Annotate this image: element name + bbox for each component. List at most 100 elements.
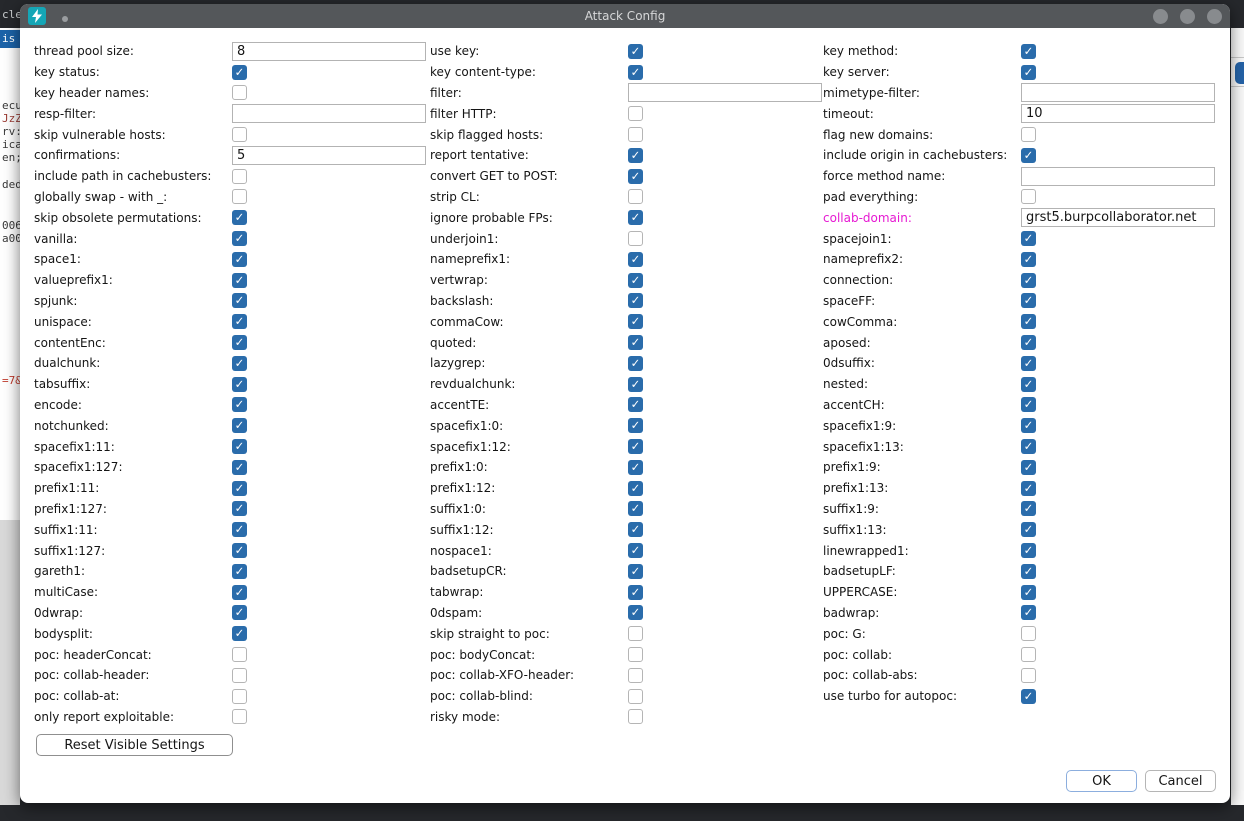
- checkbox-poc-collab-at[interactable]: [232, 689, 247, 704]
- checkbox-lazygrep[interactable]: [628, 356, 643, 371]
- checkbox-globally-swap-with[interactable]: [232, 189, 247, 204]
- checkbox-space1[interactable]: [232, 252, 247, 267]
- close-button[interactable]: [1207, 9, 1222, 24]
- checkbox-aposed[interactable]: [1021, 335, 1036, 350]
- minimize-button[interactable]: [1153, 9, 1168, 24]
- checkbox-accentch[interactable]: [1021, 397, 1036, 412]
- checkbox-convert-get-to-post[interactable]: [628, 169, 643, 184]
- checkbox-suffix1-9[interactable]: [1021, 501, 1036, 516]
- checkbox-key-status[interactable]: [232, 65, 247, 80]
- checkbox-key-content-type[interactable]: [628, 65, 643, 80]
- text-input-confirmations[interactable]: [232, 146, 426, 165]
- checkbox-poc-collab-xfo-header[interactable]: [628, 668, 643, 683]
- checkbox-spacefix1-11[interactable]: [232, 439, 247, 454]
- checkbox-badsetuplf[interactable]: [1021, 564, 1036, 579]
- checkbox-poc-g[interactable]: [1021, 626, 1036, 641]
- checkbox-strip-cl[interactable]: [628, 189, 643, 204]
- checkbox-spjunk[interactable]: [232, 293, 247, 308]
- text-input-collab-domain[interactable]: [1021, 208, 1215, 227]
- checkbox-spacefix1-13[interactable]: [1021, 439, 1036, 454]
- checkbox-spacefix1-0[interactable]: [628, 418, 643, 433]
- cancel-button[interactable]: Cancel: [1145, 770, 1216, 792]
- checkbox-skip-flagged-hosts[interactable]: [628, 127, 643, 142]
- checkbox-spacefix1-12[interactable]: [628, 439, 643, 454]
- checkbox-only-report-exploitable[interactable]: [232, 709, 247, 724]
- checkbox-0dsuffix[interactable]: [1021, 356, 1036, 371]
- checkbox-cowcomma[interactable]: [1021, 314, 1036, 329]
- checkbox-nameprefix1[interactable]: [628, 252, 643, 267]
- checkbox-multicase[interactable]: [232, 585, 247, 600]
- checkbox-0dspam[interactable]: [628, 605, 643, 620]
- checkbox-accentte[interactable]: [628, 397, 643, 412]
- checkbox-flag-new-domains[interactable]: [1021, 127, 1036, 142]
- checkbox-linewrapped1[interactable]: [1021, 543, 1036, 558]
- checkbox-include-origin-in-cachebusters[interactable]: [1021, 148, 1036, 163]
- checkbox-use-key[interactable]: [628, 44, 643, 59]
- checkbox-skip-vulnerable-hosts[interactable]: [232, 127, 247, 142]
- dialog-titlebar[interactable]: Attack Config: [20, 4, 1230, 28]
- checkbox-underjoin1[interactable]: [628, 231, 643, 246]
- checkbox-key-server[interactable]: [1021, 65, 1036, 80]
- checkbox-skip-obsolete-permutations[interactable]: [232, 210, 247, 225]
- reset-visible-settings-button[interactable]: Reset Visible Settings: [36, 734, 233, 756]
- checkbox-valueprefix1[interactable]: [232, 273, 247, 288]
- checkbox-prefix1-127[interactable]: [232, 501, 247, 516]
- checkbox-badsetupcr[interactable]: [628, 564, 643, 579]
- checkbox-commacow[interactable]: [628, 314, 643, 329]
- checkbox-backslash[interactable]: [628, 293, 643, 308]
- checkbox-suffix1-0[interactable]: [628, 501, 643, 516]
- checkbox-badwrap[interactable]: [1021, 605, 1036, 620]
- checkbox-pad-everything[interactable]: [1021, 189, 1036, 204]
- maximize-button[interactable]: [1180, 9, 1195, 24]
- text-input-timeout[interactable]: [1021, 104, 1215, 123]
- checkbox-dualchunk[interactable]: [232, 356, 247, 371]
- checkbox-spaceff[interactable]: [1021, 293, 1036, 308]
- checkbox-prefix1-0[interactable]: [628, 460, 643, 475]
- checkbox-spacefix1-9[interactable]: [1021, 418, 1036, 433]
- checkbox-gareth1[interactable]: [232, 564, 247, 579]
- checkbox-tabsuffix[interactable]: [232, 377, 247, 392]
- checkbox-poc-collab-header[interactable]: [232, 668, 247, 683]
- checkbox-prefix1-12[interactable]: [628, 481, 643, 496]
- checkbox-spacejoin1[interactable]: [1021, 231, 1036, 246]
- checkbox-vanilla[interactable]: [232, 231, 247, 246]
- checkbox-prefix1-11[interactable]: [232, 481, 247, 496]
- checkbox-prefix1-9[interactable]: [1021, 460, 1036, 475]
- text-input-mimetype-filter[interactable]: [1021, 83, 1215, 102]
- checkbox-poc-collab-abs[interactable]: [1021, 668, 1036, 683]
- checkbox-quoted[interactable]: [628, 335, 643, 350]
- checkbox-nameprefix2[interactable]: [1021, 252, 1036, 267]
- checkbox-prefix1-13[interactable]: [1021, 481, 1036, 496]
- text-input-resp-filter[interactable]: [232, 104, 426, 123]
- checkbox-nested[interactable]: [1021, 377, 1036, 392]
- checkbox-skip-straight-to-poc[interactable]: [628, 626, 643, 641]
- checkbox-suffix1-13[interactable]: [1021, 522, 1036, 537]
- checkbox-bodysplit[interactable]: [232, 626, 247, 641]
- checkbox-poc-headerconcat[interactable]: [232, 647, 247, 662]
- ok-button[interactable]: OK: [1066, 770, 1137, 792]
- checkbox-poc-collab[interactable]: [1021, 647, 1036, 662]
- checkbox-uppercase[interactable]: [1021, 585, 1036, 600]
- checkbox-use-turbo-for-autopoc[interactable]: [1021, 689, 1036, 704]
- checkbox-filter-http[interactable]: [628, 106, 643, 121]
- checkbox-key-header-names[interactable]: [232, 85, 247, 100]
- text-input-thread-pool-size[interactable]: [232, 42, 426, 61]
- checkbox-include-path-in-cachebusters[interactable]: [232, 169, 247, 184]
- checkbox-key-method[interactable]: [1021, 44, 1036, 59]
- text-input-filter[interactable]: [628, 83, 822, 102]
- checkbox-risky-mode[interactable]: [628, 709, 643, 724]
- checkbox-vertwrap[interactable]: [628, 273, 643, 288]
- checkbox-poc-bodyconcat[interactable]: [628, 647, 643, 662]
- checkbox-contentenc[interactable]: [232, 335, 247, 350]
- checkbox-report-tentative[interactable]: [628, 148, 643, 163]
- checkbox-ignore-probable-fps[interactable]: [628, 210, 643, 225]
- checkbox-encode[interactable]: [232, 397, 247, 412]
- checkbox-suffix1-11[interactable]: [232, 522, 247, 537]
- checkbox-unispace[interactable]: [232, 314, 247, 329]
- checkbox-0dwrap[interactable]: [232, 605, 247, 620]
- checkbox-suffix1-12[interactable]: [628, 522, 643, 537]
- checkbox-poc-collab-blind[interactable]: [628, 689, 643, 704]
- checkbox-notchunked[interactable]: [232, 418, 247, 433]
- checkbox-nospace1[interactable]: [628, 543, 643, 558]
- checkbox-connection[interactable]: [1021, 273, 1036, 288]
